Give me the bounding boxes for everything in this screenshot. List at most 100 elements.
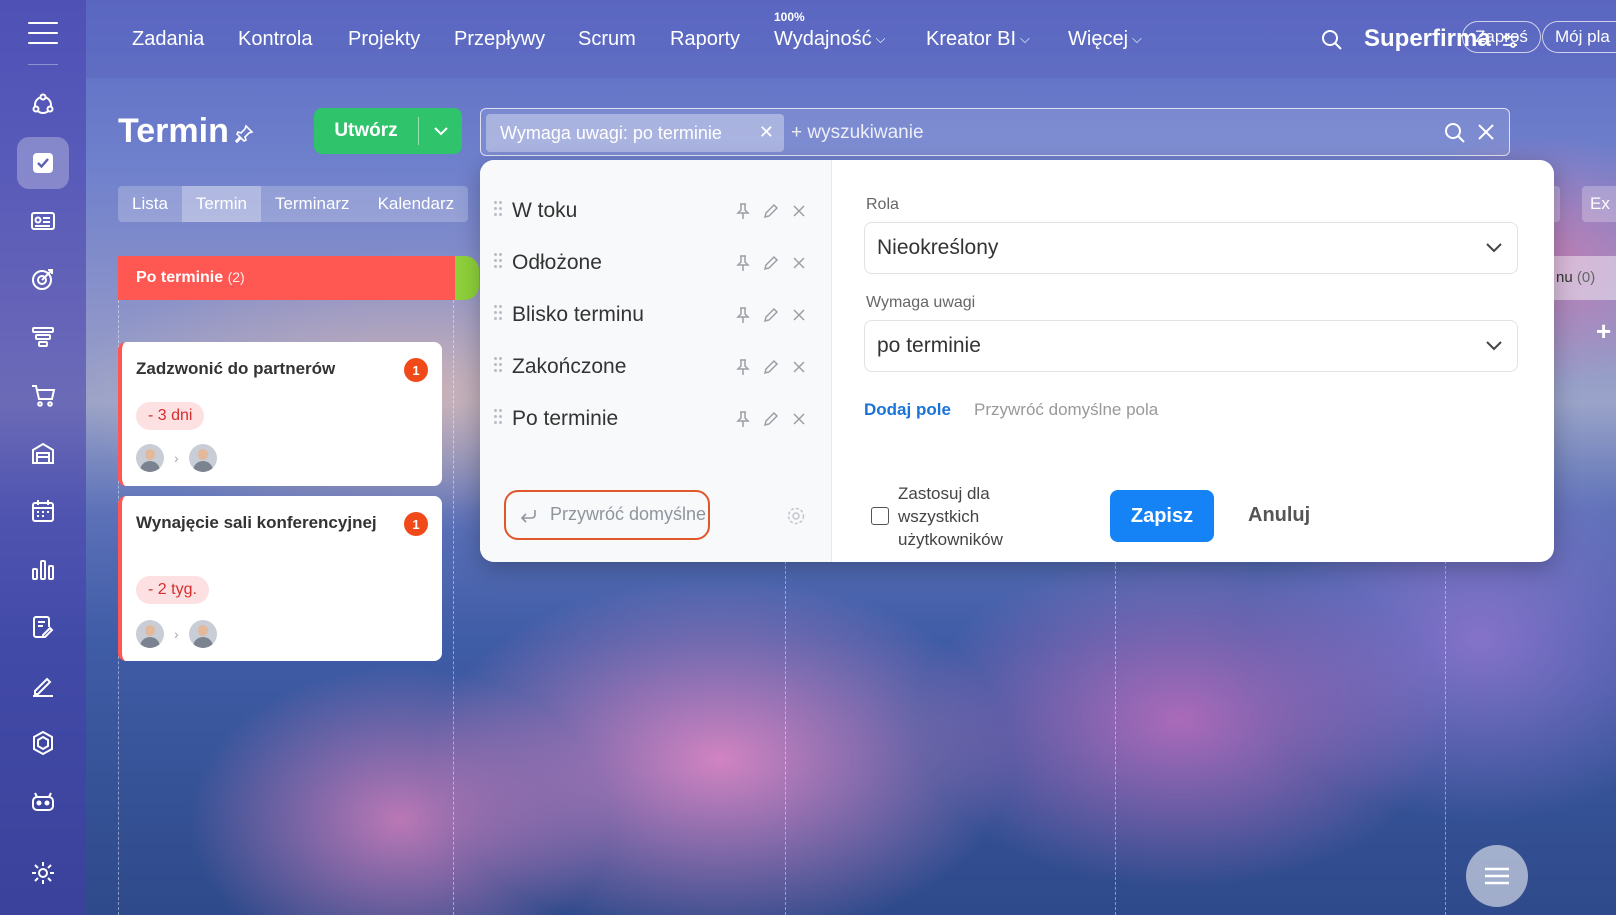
avatar[interactable] [136,444,164,472]
nav-item-zadania[interactable]: Zadania [132,28,204,51]
filter-presets-panel: W toku Odłożone Blisko terminu Zakończone Po… [480,160,832,562]
floating-menu-button[interactable] [1466,845,1528,907]
sidebar-item-crm[interactable] [17,195,69,247]
tasks-checkbox-icon [33,153,53,173]
pin-icon[interactable] [734,202,752,220]
close-icon[interactable] [790,306,808,324]
nav-item-raporty[interactable]: Raporty [670,28,740,51]
gear-icon [32,862,54,884]
nav-item-scrum[interactable]: Scrum [578,28,636,51]
sidebar-item-feed[interactable] [17,79,69,131]
nav-item-wiecej[interactable]: Więcej ⌵ [1068,28,1142,51]
filter-preset-item[interactable]: Odłożone [494,243,824,283]
filter-preset-item[interactable]: Blisko terminu [494,295,824,335]
role-select[interactable]: Nieokreślony [864,222,1518,274]
pin-icon[interactable] [734,410,752,428]
gear-icon[interactable] [786,506,806,526]
sidebar-item-documents[interactable] [17,601,69,653]
save-button[interactable]: Zapisz [1110,490,1214,542]
pin-icon[interactable] [234,124,254,144]
pen-sign-icon [33,677,53,697]
avatar[interactable] [136,620,164,648]
kanban-column-header-right[interactable]: nu (0) [1552,256,1616,300]
filter-preset-item[interactable]: Po terminie [494,399,824,439]
sidebar-item-calendar[interactable] [17,485,69,537]
view-tabs: Lista Termin Terminarz Kalendarz [118,186,469,222]
apply-all-checkbox[interactable] [871,507,889,525]
edit-pencil-icon[interactable] [762,410,780,428]
cancel-button[interactable]: Anuluj [1248,504,1310,527]
invite-button[interactable]: Zaproś [1462,21,1541,53]
tab-lista[interactable]: Lista [118,186,182,222]
sidebar-item-funnel[interactable] [17,311,69,363]
filter-preset-label: Zakończone [512,355,627,378]
pin-icon[interactable] [734,254,752,272]
close-icon[interactable] [790,254,808,272]
search-input[interactable] [791,117,1391,149]
nav-item-kreator-bi[interactable]: Kreator BI ⌵ [926,28,1030,51]
close-icon[interactable] [1475,121,1497,143]
add-field-link[interactable]: Dodaj pole [864,400,951,420]
task-card[interactable]: Zadzwonić do partnerów 1 - 3 dni › [118,342,442,486]
export-button[interactable]: Ex [1582,186,1616,222]
funnel-icon [32,327,54,347]
edit-pencil-icon[interactable] [762,306,780,324]
nav-item-wydajnosc[interactable]: Wydajność ⌵ [774,28,886,51]
sidebar-item-security[interactable] [17,717,69,769]
kanban-column-header[interactable]: Po terminie (2) [118,256,455,300]
filter-popup: W toku Odłożone Blisko terminu Zakończone Po… [480,160,1554,562]
next-column-header[interactable] [455,256,479,300]
sidebar-item-settings[interactable] [17,847,69,899]
task-title: Zadzwonić do partnerów [136,359,336,378]
filter-preset-item[interactable]: W toku [494,191,824,231]
filter-preset-label: Blisko terminu [512,303,644,326]
restore-default-button[interactable]: Przywróć domyślne [504,490,710,540]
drag-handle-icon[interactable] [494,357,504,375]
sidebar-divider [28,64,58,65]
nav-item-kontrola[interactable]: Kontrola [238,28,313,51]
shopping-cart-icon [32,385,56,407]
tab-kalendarz[interactable]: Kalendarz [364,186,469,222]
add-task-plus-icon[interactable]: + [1596,316,1611,347]
sidebar-item-inventory[interactable] [17,427,69,479]
pin-icon[interactable] [734,358,752,376]
remove-filter-icon[interactable]: ✕ [759,122,774,143]
drag-handle-icon[interactable] [494,253,504,271]
close-icon[interactable] [790,358,808,376]
close-icon[interactable] [790,410,808,428]
sidebar-item-analytics[interactable] [17,543,69,595]
hamburger-menu-icon[interactable] [28,22,58,44]
drag-handle-icon[interactable] [494,201,504,219]
search-icon[interactable] [1443,121,1467,145]
avatar[interactable] [188,444,217,472]
tab-terminarz[interactable]: Terminarz [261,186,364,222]
attention-select[interactable]: po terminie [864,320,1518,372]
nav-item-projekty[interactable]: Projekty [348,28,420,51]
edit-pencil-icon[interactable] [762,358,780,376]
tab-termin[interactable]: Termin [181,186,261,222]
filter-search-bar[interactable]: Wymaga uwagi: po terminie ✕ [480,108,1510,156]
create-button[interactable]: Utwórz [314,108,462,154]
field-label-wymaga-uwagi: Wymaga uwagi [866,294,976,311]
edit-pencil-icon[interactable] [762,202,780,220]
edit-pencil-icon[interactable] [762,254,780,272]
my-plan-button[interactable]: Mój pla [1542,21,1616,53]
search-icon[interactable] [1320,28,1344,52]
nav-item-przeplywy[interactable]: Przepływy [454,28,545,51]
sidebar-item-copilot[interactable] [17,775,69,827]
sidebar-item-tasks[interactable] [17,137,69,189]
task-card[interactable]: Wynajęcie sali konferencyjnej 1 - 2 tyg.… [118,496,442,661]
filter-chip[interactable]: Wymaga uwagi: po terminie ✕ [486,114,784,152]
drag-handle-icon[interactable] [494,305,504,323]
close-icon[interactable] [790,202,808,220]
sidebar-item-sign[interactable] [17,659,69,711]
create-button-label: Utwórz [334,120,398,141]
avatar[interactable] [188,620,217,648]
drag-handle-icon[interactable] [494,409,504,427]
sidebar-item-goals[interactable] [17,253,69,305]
restore-default-fields-link[interactable]: Przywróć domyślne pola [974,400,1158,420]
pin-icon[interactable] [734,306,752,324]
sidebar-item-shop[interactable] [17,369,69,421]
filter-preset-item[interactable]: Zakończone [494,347,824,387]
create-dropdown-toggle[interactable] [419,125,462,137]
